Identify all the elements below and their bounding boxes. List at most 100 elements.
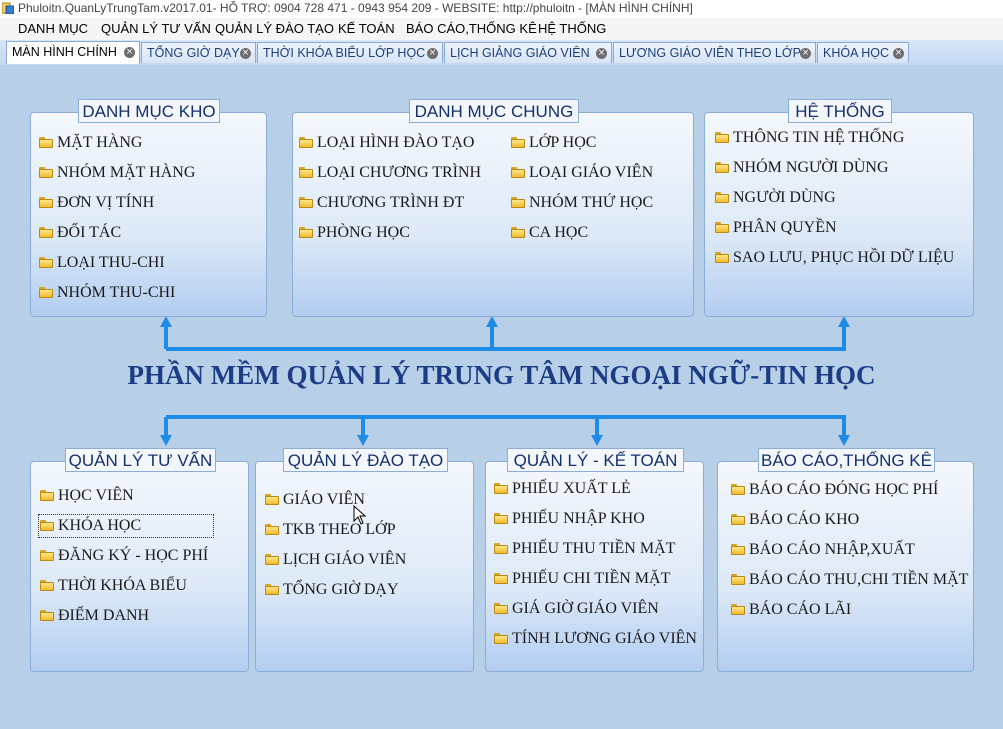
item-label: PHÒNG HỌC: [317, 224, 410, 241]
close-icon[interactable]: ×: [893, 48, 904, 59]
menu-item-hoc-vien[interactable]: HỌC VIÊN: [40, 486, 134, 506]
menu-he-thong[interactable]: HỆ THỐNG: [538, 21, 606, 36]
close-icon[interactable]: ×: [427, 48, 438, 59]
menu-item-tinh-luong-giao-vien[interactable]: TÍNH LƯƠNG GIÁO VIÊN: [494, 629, 697, 649]
menu-item-khoa-hoc[interactable]: KHÓA HỌC: [38, 514, 214, 538]
folder-icon: [40, 490, 54, 501]
menu-item-loai-thu-chi[interactable]: LOẠI THU-CHI: [39, 253, 165, 273]
title-bar: Phuloitn.QuanLyTrungTam.v2017.01- HỖ TRỢ…: [0, 0, 1003, 17]
menu-item-phan-quyen[interactable]: PHÂN QUYỀN: [715, 218, 837, 238]
item-label: CHƯƠNG TRÌNH ĐT: [317, 194, 465, 211]
menu-item-sao-luu-phuc-hoi[interactable]: SAO LƯU, PHỤC HỒI DỮ LIỆU: [715, 248, 954, 268]
menu-danh-muc[interactable]: DANH MỤC: [18, 21, 88, 36]
menu-item-thoi-khoa-bieu[interactable]: THỜI KHÓA BIỂU: [40, 576, 187, 596]
item-label: LỊCH GIÁO VIÊN: [283, 551, 407, 568]
item-label: LOẠI THU-CHI: [57, 254, 165, 271]
menu-item-doi-tac[interactable]: ĐỐI TÁC: [39, 223, 121, 243]
folder-icon: [494, 483, 508, 494]
item-label: CA HỌC: [529, 224, 589, 241]
tab-luong-giao-vien-theo-lop[interactable]: LƯƠNG GIÁO VIÊN THEO LỚP ×: [613, 42, 816, 63]
folder-icon: [731, 574, 745, 585]
folder-icon: [731, 514, 745, 525]
item-label: BÁO CÁO LÃI: [749, 601, 852, 618]
menu-quan-ly-dao-tao[interactable]: QUẢN LÝ ĐÀO TẠO: [215, 21, 334, 36]
app-icon: [2, 2, 14, 14]
menu-item-phong-hoc[interactable]: PHÒNG HỌC: [299, 223, 410, 243]
tab-lich-giang-giao-vien[interactable]: LỊCH GIẢNG GIÁO VIÊN ×: [444, 42, 612, 63]
item-label: LOẠI GIÁO VIÊN: [529, 164, 654, 181]
tab-label: LỊCH GIẢNG GIÁO VIÊN: [450, 46, 590, 60]
menu-item-chuong-trinh-dt[interactable]: CHƯƠNG TRÌNH ĐT: [299, 193, 464, 213]
folder-icon: [494, 543, 508, 554]
menu-quan-ly-tu-van[interactable]: QUẢN LÝ TƯ VẤN: [101, 21, 211, 36]
menu-item-lich-giao-vien[interactable]: LỊCH GIÁO VIÊN: [265, 550, 406, 570]
menu-item-don-vi-tinh[interactable]: ĐƠN VỊ TÍNH: [39, 193, 154, 213]
item-label: TKB THEO LỚP: [283, 521, 396, 538]
menu-item-bao-cao-kho[interactable]: BÁO CÁO KHO: [731, 510, 859, 530]
menu-item-bao-cao-lai[interactable]: BÁO CÁO LÃI: [731, 600, 851, 620]
item-label: PHIẾU NHẬP KHO: [512, 510, 645, 527]
folder-icon: [494, 633, 508, 644]
folder-icon: [715, 162, 729, 173]
mouse-cursor-icon: [353, 505, 367, 525]
menu-item-nhom-thu-chi[interactable]: NHÓM THU-CHI: [39, 283, 175, 303]
item-label: ĐIỂM DANH: [58, 607, 150, 624]
panel-danh-muc-chung: DANH MỤC CHUNG LOẠI HÌNH ĐÀO TẠO LOẠI CH…: [292, 99, 694, 317]
tab-tong-gio-day[interactable]: TỔNG GIỜ DẠY ×: [141, 42, 256, 63]
menu-bar: DANH MỤC QUẢN LÝ TƯ VẤN QUẢN LÝ ĐÀO TẠO …: [0, 18, 1003, 40]
menu-item-loai-giao-vien[interactable]: LOẠI GIÁO VIÊN: [511, 163, 653, 183]
menu-item-phieu-xuat-le[interactable]: PHIẾU XUẤT LẺ: [494, 479, 631, 499]
menu-item-loai-hinh-dao-tao[interactable]: LOẠI HÌNH ĐÀO TẠO: [299, 133, 474, 153]
menu-item-bao-cao-thu-chi-tien-mat[interactable]: BÁO CÁO THU,CHI TIỀN MẶT: [731, 570, 968, 590]
menu-item-giao-vien[interactable]: GIÁO VIÊN: [265, 490, 365, 510]
item-label: ĐĂNG KÝ - HỌC PHÍ: [58, 547, 209, 564]
panel-title: QUẢN LÝ TƯ VẤN: [65, 448, 216, 472]
item-label: NGƯỜI DÙNG: [733, 189, 836, 206]
menu-item-phieu-chi-tien-mat[interactable]: PHIẾU CHI TIỀN MẶT: [494, 569, 670, 589]
menu-item-phieu-nhap-kho[interactable]: PHIẾU NHẬP KHO: [494, 509, 645, 529]
menu-item-lop-hoc[interactable]: LỚP HỌC: [511, 133, 596, 153]
item-label: NHÓM THỨ HỌC: [529, 194, 654, 211]
folder-icon: [715, 252, 729, 263]
menu-item-loai-chuong-trinh[interactable]: LOẠI CHƯƠNG TRÌNH: [299, 163, 481, 183]
folder-icon: [39, 287, 53, 298]
folder-icon: [511, 137, 525, 148]
app-main-title: PHẦN MỀM QUẢN LÝ TRUNG TÂM NGOẠI NGỮ-TIN…: [127, 360, 876, 390]
menu-item-nhom-nguoi-dung[interactable]: NHÓM NGƯỜI DÙNG: [715, 158, 889, 178]
menu-item-nguoi-dung[interactable]: NGƯỜI DÙNG: [715, 188, 836, 208]
panel-quan-ly-ke-toan: QUẢN LÝ - KẾ TOÁN PHIẾU XUẤT LẺ PHIẾU NH…: [485, 448, 704, 672]
item-label: PHIẾU XUẤT LẺ: [512, 480, 631, 497]
menu-item-nhom-thu-hoc[interactable]: NHÓM THỨ HỌC: [511, 193, 653, 213]
item-label: NHÓM NGƯỜI DÙNG: [733, 159, 889, 176]
menu-bao-cao-thong-ke[interactable]: BÁO CÁO,THỐNG KÊ: [406, 21, 537, 36]
menu-ke-toan[interactable]: KẾ TOÁN: [338, 21, 395, 36]
close-icon[interactable]: ×: [124, 47, 135, 58]
menu-item-tong-gio-day[interactable]: TỔNG GIỜ DẠY: [265, 580, 399, 600]
folder-icon: [511, 197, 525, 208]
menu-item-bao-cao-dong-hoc-phi[interactable]: BÁO CÁO ĐÓNG HỌC PHÍ: [731, 480, 938, 500]
panel-title: DANH MỤC KHO: [78, 99, 220, 123]
item-label: PHIẾU THU TIỀN MẶT: [512, 540, 676, 557]
close-icon[interactable]: ×: [596, 48, 607, 59]
folder-icon: [715, 192, 729, 203]
item-label: ĐỐI TÁC: [57, 224, 122, 241]
menu-item-thong-tin-he-thong[interactable]: THÔNG TIN HỆ THỐNG: [715, 128, 904, 148]
close-icon[interactable]: ×: [240, 48, 251, 59]
menu-item-gia-gio-giao-vien[interactable]: GIÁ GIỜ GIÁO VIÊN: [494, 599, 659, 619]
menu-item-phieu-thu-tien-mat[interactable]: PHIẾU THU TIỀN MẶT: [494, 539, 675, 559]
item-label: THÔNG TIN HỆ THỐNG: [733, 129, 905, 146]
tab-man-hinh-chinh[interactable]: MÀN HÌNH CHÍNH ×: [6, 41, 140, 64]
menu-item-mat-hang[interactable]: MẶT HÀNG: [39, 133, 142, 153]
panel-he-thong: HỆ THỐNG THÔNG TIN HỆ THỐNG NHÓM NGƯỜI D…: [704, 99, 974, 317]
panel-title: QUẢN LÝ - KẾ TOÁN: [507, 448, 684, 472]
tab-khoa-hoc[interactable]: KHÓA HỌC ×: [817, 42, 909, 63]
close-icon[interactable]: ×: [800, 48, 811, 59]
menu-item-nhom-mat-hang[interactable]: NHÓM MẶT HÀNG: [39, 163, 195, 183]
tab-thoi-khoa-bieu-lop-hoc[interactable]: THỜI KHÓA BIỂU LỚP HỌC ×: [257, 42, 443, 63]
menu-item-dang-ky-hoc-phi[interactable]: ĐĂNG KÝ - HỌC PHÍ: [40, 546, 208, 566]
item-label: TỔNG GIỜ DẠY: [283, 581, 399, 598]
menu-item-tkb-theo-lop[interactable]: TKB THEO LỚP: [265, 520, 396, 540]
menu-item-diem-danh[interactable]: ĐIỂM DANH: [40, 606, 149, 626]
menu-item-ca-hoc[interactable]: CA HỌC: [511, 223, 588, 243]
menu-item-bao-cao-nhap-xuat[interactable]: BÁO CÁO NHẬP,XUẤT: [731, 540, 915, 560]
